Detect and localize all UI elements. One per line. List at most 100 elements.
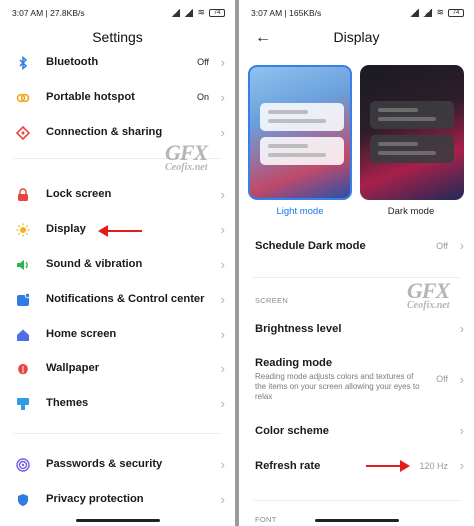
settings-item-label: Connection & sharing (46, 126, 163, 138)
row-value: 120 Hz (419, 461, 448, 471)
row-label: Reading mode (255, 357, 333, 369)
signal-icon (171, 8, 181, 17)
chevron-right-icon: › (459, 238, 464, 253)
privacy-icon (18, 494, 28, 506)
home-indicator[interactable] (314, 519, 399, 522)
fingerprint-icon (16, 458, 30, 472)
section-header-screen: SCREEN (255, 296, 289, 305)
notifications-icon (17, 293, 30, 306)
chevron-right-icon: › (220, 457, 225, 472)
chevron-right-icon: › (220, 187, 225, 202)
row-label: Color scheme (255, 425, 329, 437)
watermark: GFX Ceofix.net (165, 140, 208, 173)
preview-card (260, 137, 344, 165)
divider (14, 433, 221, 434)
battery-icon: 74 (209, 8, 225, 17)
settings-item-label: Display (46, 223, 86, 235)
settings-item-label: Bluetooth (46, 56, 99, 68)
chevron-right-icon: › (220, 90, 225, 105)
light-mode-label[interactable]: Light mode (245, 206, 355, 217)
settings-item-label: Home screen (46, 328, 117, 340)
status-bar: 3:07 AM | 27.8KB/s ≋ 74 (0, 0, 235, 26)
lock-icon (18, 188, 28, 201)
chevron-right-icon: › (220, 292, 225, 307)
wifi-icon: ≋ (436, 7, 444, 17)
chevron-right-icon: › (220, 125, 225, 140)
dark-mode-preview[interactable] (360, 65, 464, 200)
speaker-icon (17, 260, 28, 270)
battery-icon: 74 (448, 8, 464, 17)
chevron-right-icon: › (459, 423, 464, 438)
preview-card (260, 103, 344, 131)
settings-item-home-screen[interactable]: Home screen › (0, 318, 235, 352)
page-title: Settings (92, 29, 143, 45)
status-time: 3:07 AM | 165KB/s (251, 8, 322, 18)
settings-item-passwords-security[interactable]: Passwords & security › (0, 448, 235, 482)
light-mode-preview[interactable] (248, 65, 352, 200)
red-arrow-annotation (98, 225, 142, 237)
wallpaper-icon (18, 364, 28, 375)
signal-icon (423, 8, 433, 17)
status-time: 3:07 AM | 27.8KB/s (12, 8, 85, 18)
settings-item-bluetooth[interactable]: Bluetooth Off › (0, 46, 235, 80)
row-description: Reading mode adjusts colors and textures… (255, 372, 420, 401)
row-value: Off (436, 374, 448, 384)
sun-icon (16, 223, 30, 237)
chevron-right-icon: › (459, 458, 464, 473)
chevron-right-icon: › (220, 55, 225, 70)
page-title: Display (333, 29, 380, 45)
chevron-right-icon: › (220, 327, 225, 342)
connection-sharing-icon (16, 126, 30, 140)
settings-item-label: Wallpaper (46, 362, 100, 374)
settings-item-themes[interactable]: Themes › (0, 387, 235, 421)
signal-icon (410, 8, 420, 17)
divider (253, 500, 460, 501)
brightness-level-row[interactable]: Brightness level › (239, 314, 474, 344)
settings-item-label: Lock screen (46, 188, 112, 200)
watermark: GFX Ceofix.net (407, 278, 450, 311)
chevron-right-icon: › (220, 361, 225, 376)
row-label: Brightness level (255, 323, 342, 335)
row-value: Off (436, 241, 448, 251)
preview-card (370, 101, 454, 129)
display-settings-screen: 3:07 AM | 165KB/s ≋ 74 ← Display Light m… (239, 0, 474, 526)
chevron-right-icon: › (220, 257, 225, 272)
chevron-right-icon: › (220, 492, 225, 507)
themes-icon (17, 398, 29, 410)
chevron-right-icon: › (459, 372, 464, 387)
hotspot-icon (16, 93, 30, 103)
settings-item-sound-vibration[interactable]: Sound & vibration › (0, 248, 235, 282)
settings-item-value: On (196, 92, 209, 102)
settings-item-label: Themes (46, 397, 89, 409)
reading-mode-row[interactable]: Reading mode Reading mode adjusts colors… (239, 352, 474, 408)
color-scheme-row[interactable]: Color scheme › (239, 417, 474, 447)
settings-item-label: Privacy protection (46, 493, 144, 505)
settings-item-label: Sound & vibration (46, 258, 143, 270)
wifi-icon: ≋ (197, 7, 205, 17)
dark-mode-label[interactable]: Dark mode (356, 206, 466, 217)
signal-icon (184, 8, 194, 17)
section-header-font: FONT (255, 515, 277, 524)
settings-item-value: Off (197, 57, 209, 67)
chevron-right-icon: › (459, 321, 464, 336)
red-arrow-annotation (366, 465, 408, 467)
settings-item-notifications[interactable]: Notifications & Control center › (0, 283, 235, 317)
status-bar: 3:07 AM | 165KB/s ≋ 74 (239, 0, 474, 26)
schedule-dark-mode-row[interactable]: Schedule Dark mode Off › (239, 232, 474, 262)
settings-item-privacy-protection[interactable]: Privacy protection › (0, 483, 235, 517)
refresh-rate-row[interactable]: Refresh rate 120 Hz › (239, 452, 474, 482)
home-indicator[interactable] (75, 519, 160, 522)
settings-item-lock-screen[interactable]: Lock screen › (0, 178, 235, 212)
chevron-right-icon: › (220, 222, 225, 237)
chevron-right-icon: › (220, 396, 225, 411)
settings-item-hotspot[interactable]: Portable hotspot On › (0, 81, 235, 115)
settings-item-label: Passwords & security (46, 458, 163, 470)
home-icon (17, 329, 29, 341)
settings-item-wallpaper[interactable]: Wallpaper › (0, 352, 235, 386)
preview-card (370, 135, 454, 163)
settings-item-label: Notifications & Control center (46, 293, 205, 305)
settings-screen: 3:07 AM | 27.8KB/s ≋ 74 Settings Bluetoo… (0, 0, 235, 526)
bluetooth-icon (19, 56, 28, 70)
row-label: Schedule Dark mode (255, 240, 366, 252)
row-label: Refresh rate (255, 460, 321, 472)
